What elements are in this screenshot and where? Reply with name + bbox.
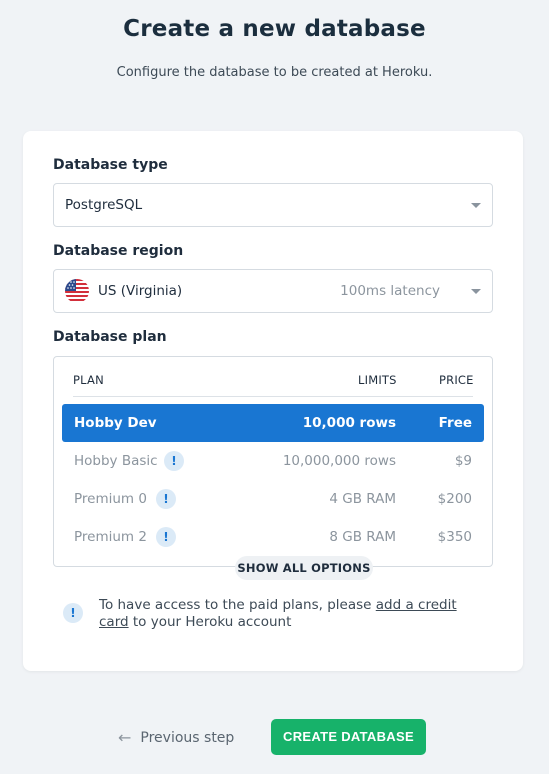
database-region-label: Database region	[53, 243, 184, 259]
previous-step-button[interactable]: ← Previous step	[118, 728, 234, 747]
create-database-page: Create a new database Configure the data…	[0, 0, 549, 774]
info-icon[interactable]: !	[156, 527, 176, 547]
notice-text-before: To have access to the paid plans, please	[99, 597, 376, 613]
plan-row-premium-0[interactable]: Premium 0 ! 4 GB RAM $200	[62, 480, 484, 518]
plan-row-premium-2[interactable]: Premium 2 ! 8 GB RAM $350	[62, 518, 484, 556]
plan-name: Premium 2	[74, 529, 147, 545]
price-column-header: PRICE	[439, 373, 474, 387]
plan-column-header: PLAN	[73, 373, 104, 387]
database-region-value: US (Virginia)	[98, 283, 183, 299]
plan-price: $9	[454, 453, 472, 469]
plan-limits: 10,000 rows	[302, 415, 396, 431]
database-type-label: Database type	[53, 157, 168, 173]
info-icon: !	[63, 603, 83, 623]
plan-limits: 4 GB RAM	[329, 491, 396, 507]
create-database-button[interactable]: CREATE DATABASE	[271, 719, 426, 755]
previous-step-label: Previous step	[140, 729, 235, 746]
limits-column-header: LIMITS	[358, 373, 397, 387]
chevron-down-icon	[471, 289, 481, 294]
plan-name: Premium 0	[74, 491, 147, 507]
arrow-left-icon: ←	[118, 728, 132, 747]
plan-row-hobby-basic[interactable]: Hobby Basic ! 10,000,000 rows $9	[62, 442, 484, 480]
plan-price: Free	[438, 415, 472, 431]
plan-limits: 8 GB RAM	[329, 529, 396, 545]
region-latency: 100ms latency	[340, 283, 440, 299]
show-all-options-button[interactable]: SHOW ALL OPTIONS	[235, 556, 373, 580]
info-icon[interactable]: !	[164, 451, 184, 471]
plan-limits: 10,000,000 rows	[282, 453, 396, 469]
notice-text-after: to your Heroku account	[128, 614, 292, 630]
plan-table-header: PLAN LIMITS PRICE	[73, 357, 473, 397]
us-flag-icon	[65, 279, 89, 303]
plan-price: $350	[437, 529, 472, 545]
plan-price: $200	[437, 491, 472, 507]
page-title: Create a new database	[123, 16, 426, 42]
plan-name: Hobby Dev	[74, 415, 157, 431]
plan-name: Hobby Basic	[74, 453, 158, 469]
database-region-select[interactable]: US (Virginia) 100ms latency	[53, 269, 493, 313]
notice-text: To have access to the paid plans, please…	[99, 597, 489, 631]
database-type-value: PostgreSQL	[65, 197, 143, 213]
database-plan-table: PLAN LIMITS PRICE Hobby Dev 10,000 rows …	[53, 356, 493, 580]
database-form-card: Database type PostgreSQL Database region	[23, 131, 523, 671]
chevron-down-icon	[471, 203, 481, 208]
page-subtitle: Configure the database to be created at …	[116, 65, 433, 80]
database-plan-label: Database plan	[53, 329, 167, 345]
info-icon[interactable]: !	[156, 489, 176, 509]
plan-row-hobby-dev[interactable]: Hobby Dev 10,000 rows Free	[62, 404, 484, 442]
database-type-select[interactable]: PostgreSQL	[53, 183, 493, 227]
